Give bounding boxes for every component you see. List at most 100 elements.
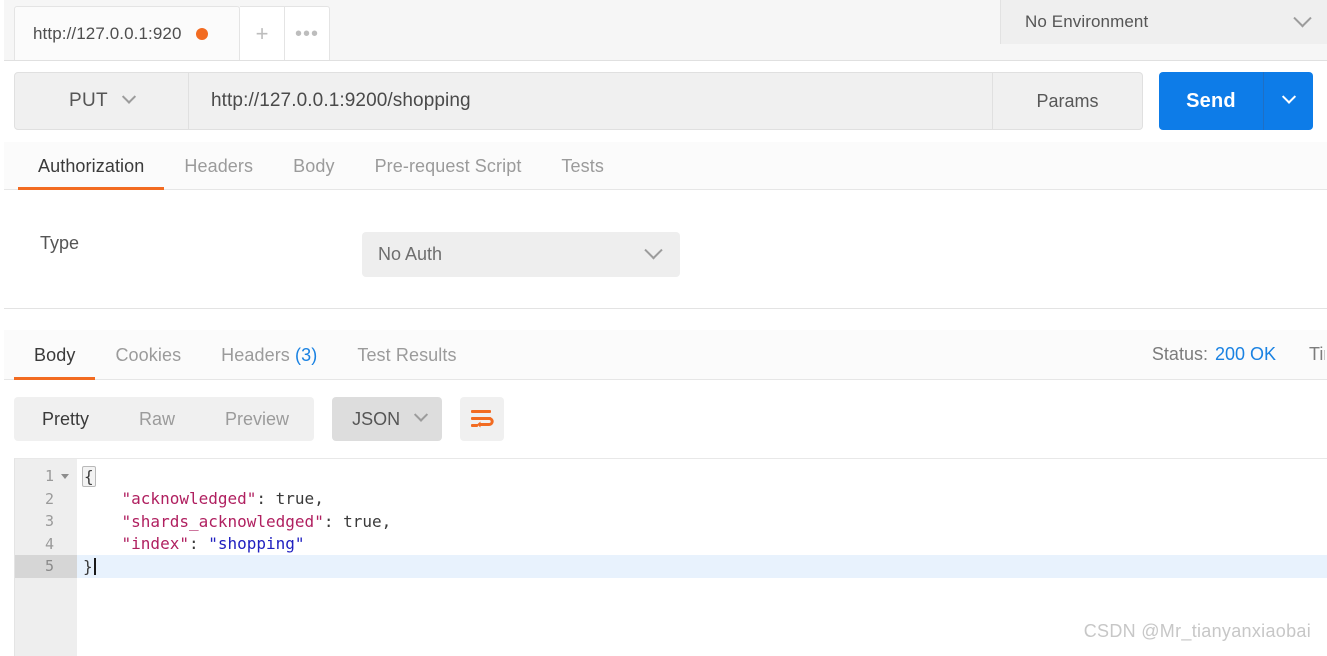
code-token-bool: true [343, 511, 382, 531]
response-tab-strip: Body Cookies Headers (3) Test Results St… [0, 330, 1327, 380]
auth-type-label: Type [40, 233, 80, 253]
new-tab-button[interactable]: + [240, 6, 285, 60]
request-url-bar: PUT http://127.0.0.1:9200/shopping Param… [14, 72, 1313, 130]
text-cursor [93, 557, 96, 575]
response-status: Status: 200 OK Time: [1152, 344, 1327, 365]
send-button[interactable]: Send [1159, 72, 1263, 130]
code-token-key: "acknowledged" [121, 489, 257, 509]
view-mode-pretty[interactable]: Pretty [14, 397, 114, 441]
watermark: CSDN @Mr_tianyanxiaobai [1083, 621, 1311, 641]
response-toolbar: Pretty Raw Preview JSON [0, 380, 1327, 458]
more-tabs-button[interactable]: ••• [285, 6, 330, 60]
tab-list: http://127.0.0.1:920 + ••• [14, 6, 330, 60]
response-tab-headers[interactable]: Headers (3) [201, 345, 337, 379]
chevron-down-icon [1293, 8, 1312, 27]
view-mode-raw-label: Raw [139, 408, 176, 429]
tab-headers[interactable]: Headers [164, 156, 273, 189]
code-token-punct: , [381, 511, 392, 531]
postman-window: http://127.0.0.1:920 + ••• No Environmen… [0, 0, 1327, 656]
code-token: } [83, 556, 93, 576]
response-tab-cookies-label: Cookies [115, 345, 182, 365]
code-token-string: "shopping" [208, 534, 305, 554]
response-tab-body-label: Body [34, 345, 76, 365]
tab-headers-label: Headers [184, 156, 254, 176]
line-number: 2 [15, 488, 77, 511]
request-tab-strip: Authorization Headers Body Pre-request S… [0, 142, 1327, 190]
tab-body[interactable]: Body [273, 156, 354, 189]
line-number[interactable]: 1 [15, 465, 77, 488]
view-mode-raw[interactable]: Raw [114, 397, 200, 441]
code-token-punct: : [188, 534, 209, 554]
left-edge-strip [0, 0, 4, 656]
line-number: 5 [15, 555, 77, 578]
response-tab-test-results[interactable]: Test Results [337, 345, 476, 379]
tab-pre-request-script-label: Pre-request Script [374, 156, 522, 176]
code-token-punct: : [323, 511, 344, 531]
ellipsis-icon: ••• [294, 22, 319, 45]
response-tab-test-results-label: Test Results [357, 345, 457, 365]
line-number-text: 4 [44, 534, 54, 553]
code-token-bool: true [275, 489, 315, 509]
unsaved-dot-icon[interactable] [195, 27, 208, 40]
send-button-group: Send [1159, 72, 1313, 130]
view-mode-pretty-label: Pretty [42, 408, 90, 429]
response-tab-headers-label: Headers [221, 345, 290, 365]
tab-authorization[interactable]: Authorization [18, 156, 165, 190]
chevron-down-icon [121, 89, 137, 104]
method-label: PUT [69, 90, 108, 111]
line-number-gutter: 1 2 3 4 5 [15, 459, 77, 656]
tab-pre-request-script[interactable]: Pre-request Script [355, 156, 542, 189]
response-tab-body[interactable]: Body [14, 345, 96, 380]
response-format-label: JSON [352, 408, 401, 429]
time-label-truncated: Time: [1309, 344, 1325, 364]
code-line: "acknowledged": true, [77, 488, 1327, 511]
code-token-punct: : [256, 489, 276, 509]
line-number-text: 1 [44, 467, 54, 486]
code-line: { [77, 465, 1327, 488]
send-options-button[interactable] [1263, 72, 1313, 130]
view-mode-preview[interactable]: Preview [200, 397, 314, 441]
plus-icon: + [255, 20, 269, 46]
method-selector[interactable]: PUT [14, 72, 189, 130]
tab-body-label: Body [293, 156, 335, 176]
response-format-selector[interactable]: JSON [332, 397, 443, 441]
auth-type-value: No Auth [378, 244, 443, 264]
fold-caret-icon[interactable] [61, 473, 69, 479]
code-line: "index": "shopping" [77, 533, 1327, 556]
view-mode-preview-label: Preview [225, 408, 290, 429]
send-label: Send [1186, 89, 1236, 112]
request-tab[interactable]: http://127.0.0.1:920 [14, 6, 240, 60]
response-headers-count: (3) [295, 345, 318, 365]
chevron-down-icon [644, 241, 663, 260]
chevron-down-icon [414, 407, 429, 422]
tab-authorization-label: Authorization [38, 156, 145, 176]
view-mode-group: Pretty Raw Preview [14, 397, 315, 441]
word-wrap-icon [471, 410, 494, 428]
tab-tests-label: Tests [561, 156, 604, 176]
status-value: 200 OK [1214, 344, 1276, 364]
code-token-key: "index" [121, 534, 189, 554]
code-token: { [82, 465, 96, 487]
status-label: Status: [1151, 344, 1208, 364]
line-number-text: 5 [44, 557, 54, 576]
environment-selector[interactable]: No Environment [1000, 0, 1327, 44]
params-label: Params [1036, 90, 1099, 111]
auth-type-selector[interactable]: No Auth [362, 232, 680, 277]
code-token-key: "shards_acknowledged" [121, 511, 324, 531]
request-tab-label: http://127.0.0.1:920 [33, 23, 182, 43]
params-button[interactable]: Params [993, 72, 1143, 130]
response-tab-cookies[interactable]: Cookies [95, 345, 201, 379]
url-text: http://127.0.0.1:9200/shopping [211, 90, 471, 111]
tab-tests[interactable]: Tests [541, 156, 624, 189]
line-number: 4 [15, 533, 77, 556]
line-number-text: 2 [44, 489, 54, 508]
tab-bar: http://127.0.0.1:920 + ••• No Environmen… [0, 0, 1327, 61]
chevron-down-icon [1281, 89, 1296, 104]
code-line: } [77, 555, 1327, 578]
word-wrap-button[interactable] [460, 397, 505, 441]
url-input[interactable]: http://127.0.0.1:9200/shopping [189, 72, 993, 130]
line-number: 3 [15, 510, 77, 533]
